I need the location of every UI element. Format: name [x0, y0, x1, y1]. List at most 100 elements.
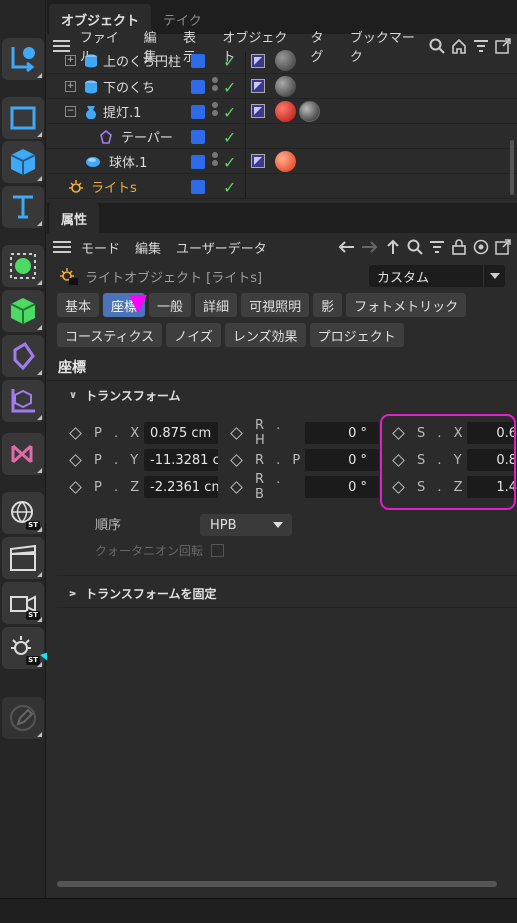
enabled-check-icon[interactable]: ✓ [223, 52, 236, 71]
material-tag-icon[interactable] [275, 50, 296, 71]
object-row[interactable]: テーパー ✓ [47, 124, 517, 149]
edit-pen-icon[interactable] [2, 697, 44, 739]
display-tag-icon[interactable] [251, 154, 265, 168]
move-tool-icon[interactable] [2, 38, 44, 80]
material-tag-icon[interactable] [275, 76, 296, 97]
material-tag-icon[interactable] [275, 101, 296, 122]
tab-visibility[interactable]: 可視照明 [241, 293, 310, 317]
visibility-dots-icon[interactable] [212, 77, 218, 93]
chevron-down-icon[interactable]: ∨ [69, 390, 77, 401]
keyframe-diamond-icon[interactable] [230, 426, 243, 440]
cylinder-icon [85, 54, 97, 67]
layer-color-icon[interactable] [191, 105, 205, 119]
target-icon[interactable] [473, 239, 489, 255]
keyframe-diamond-icon[interactable] [69, 453, 82, 467]
chevron-down-icon[interactable] [483, 265, 505, 287]
visibility-dots-icon[interactable] [212, 152, 218, 168]
display-tag-icon[interactable] [251, 54, 265, 68]
rotation-p-field[interactable]: R . P 0 ° [230, 449, 379, 471]
search-icon[interactable] [407, 239, 423, 255]
camera-icon[interactable]: ST [2, 582, 44, 624]
position-z-input[interactable]: -2.2361 cm [144, 476, 218, 498]
rotation-h-field[interactable]: R . H 0 ° [230, 418, 379, 448]
texture-tag-icon[interactable] [299, 101, 320, 122]
tab-noise[interactable]: ノイズ [166, 323, 221, 347]
globe-scene-icon[interactable]: ST [2, 492, 44, 534]
up-arrow-icon[interactable] [385, 239, 401, 255]
back-arrow-icon[interactable] [337, 239, 355, 255]
layer-color-icon[interactable] [191, 155, 205, 169]
hamburger-menu-icon[interactable] [53, 241, 71, 253]
forward-arrow-icon[interactable] [361, 239, 379, 255]
layer-color-icon[interactable] [191, 180, 205, 194]
tab-photometric[interactable]: フォトメトリック [346, 293, 467, 317]
rectangle-tool-icon[interactable] [2, 97, 44, 139]
tab-caustics[interactable]: コースティクス [57, 323, 163, 347]
enabled-check-icon[interactable]: ✓ [223, 153, 236, 172]
tab-lens-effects[interactable]: レンズ効果 [224, 323, 306, 347]
menu-userdata[interactable]: ユーザーデータ [176, 238, 267, 257]
keyframe-diamond-icon[interactable] [69, 426, 82, 440]
tab-general[interactable]: 一般 [149, 293, 192, 317]
enabled-check-icon[interactable]: ✓ [223, 78, 236, 97]
om-scrollbar[interactable] [510, 140, 514, 195]
object-type-label: ライトオブジェクト [ライトs] [85, 270, 263, 286]
material-tag-icon[interactable] [275, 151, 296, 172]
rotation-h-input[interactable]: 0 ° [305, 422, 379, 444]
tab-basic[interactable]: 基本 [57, 293, 100, 317]
tab-details[interactable]: 詳細 [195, 293, 238, 317]
keyframe-diamond-icon[interactable] [230, 480, 243, 494]
transform-group[interactable]: ∨ トランスフォーム [47, 381, 517, 409]
enabled-check-icon[interactable]: ✓ [223, 178, 236, 197]
object-row[interactable]: 球体.1 ✓ [47, 149, 517, 174]
freeze-transform-group[interactable]: ∨ トランスフォームを固定 [47, 579, 217, 607]
display-tag-icon[interactable] [251, 104, 265, 118]
preset-dropdown[interactable]: カスタム [369, 265, 505, 287]
deformer-icon[interactable] [2, 335, 44, 377]
am-scrollbar[interactable] [57, 881, 497, 887]
rotation-b-input[interactable]: 0 ° [305, 476, 379, 498]
position-y-field[interactable]: P . Y -11.3281 c [69, 449, 218, 471]
object-name: 上のくち円柱 [103, 55, 182, 70]
lock-icon[interactable] [451, 239, 467, 255]
keyframe-diamond-icon[interactable] [230, 453, 243, 467]
expand-toggle-icon[interactable]: + [65, 55, 76, 66]
enabled-check-icon[interactable]: ✓ [223, 103, 236, 122]
spline-tool-icon[interactable] [2, 433, 44, 475]
object-row[interactable]: ライトs ✓ [47, 174, 517, 199]
expand-toggle-icon[interactable]: − [65, 106, 76, 117]
position-x-input[interactable]: 0.875 cm [144, 422, 218, 444]
coordinate-icon[interactable] [2, 380, 44, 422]
layer-color-icon[interactable] [191, 80, 205, 94]
object-row[interactable]: − 提灯.1 ✓ [47, 99, 517, 124]
tab-project[interactable]: プロジェクト [309, 323, 404, 347]
position-z-field[interactable]: P . Z -2.2361 cm [69, 476, 218, 498]
menu-edit[interactable]: 編集 [135, 238, 161, 257]
rotation-p-input[interactable]: 0 ° [305, 449, 379, 471]
layer-color-icon[interactable] [191, 130, 205, 144]
object-row[interactable]: + 上のくち円柱 ✓ [47, 50, 517, 77]
display-tag-icon[interactable] [251, 79, 265, 93]
menu-mode[interactable]: モード [81, 238, 120, 257]
order-select[interactable]: HPB [200, 514, 292, 536]
position-x-field[interactable]: P . X 0.875 cm [69, 422, 218, 444]
chevron-right-icon[interactable]: ∨ [68, 589, 79, 597]
filter-icon[interactable] [429, 239, 445, 255]
object-row[interactable]: + 下のくち ✓ [47, 74, 517, 99]
position-y-input[interactable]: -11.3281 c [144, 449, 218, 471]
enabled-check-icon[interactable]: ✓ [223, 128, 236, 147]
keyframe-diamond-icon[interactable] [69, 480, 82, 494]
subdivision-icon[interactable] [2, 245, 44, 287]
tab-shadow[interactable]: 影 [313, 293, 343, 317]
green-cube-icon[interactable] [2, 290, 44, 332]
rotation-b-field[interactable]: R . B 0 ° [230, 472, 379, 502]
visibility-dots-icon[interactable] [212, 102, 218, 118]
expand-toggle-icon[interactable]: + [65, 81, 76, 92]
tab-attributes[interactable]: 属性 [49, 203, 100, 233]
layer-color-icon[interactable] [191, 54, 205, 68]
new-window-icon[interactable] [495, 239, 511, 255]
clapper-icon[interactable] [2, 537, 44, 579]
quaternion-checkbox[interactable] [211, 544, 225, 557]
cube-icon[interactable] [2, 141, 44, 183]
text-tool-icon[interactable] [2, 186, 44, 228]
